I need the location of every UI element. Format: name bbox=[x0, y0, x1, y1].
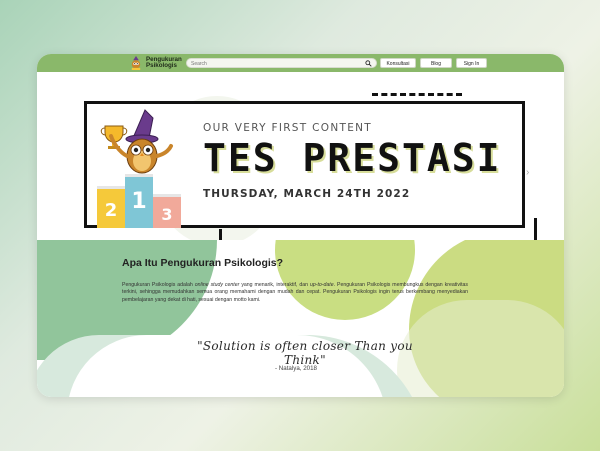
quote-text: "Solution is often closer Than you Think… bbox=[197, 339, 413, 367]
quote-author: - Natalya, 2018 bbox=[275, 365, 317, 372]
browser-frame: Pengukuran Psikologis Konsultasi Blog Si… bbox=[37, 54, 564, 397]
hero-eyebrow: OUR VERY FIRST CONTENT bbox=[203, 122, 372, 134]
hero-title: TES PRESTASI bbox=[203, 136, 502, 180]
chevron-right-icon[interactable]: › bbox=[526, 167, 529, 178]
owl-logo-icon bbox=[131, 56, 141, 70]
sign-in-button[interactable]: Sign In bbox=[456, 58, 487, 68]
podium-icon: 2 1 3 bbox=[97, 174, 181, 228]
search-icon[interactable] bbox=[365, 60, 372, 67]
konsultasi-button[interactable]: Konsultasi bbox=[380, 58, 416, 68]
brand[interactable]: Pengukuran Psikologis bbox=[129, 55, 182, 71]
podium-second-label: 2 bbox=[105, 200, 118, 221]
about-paragraph: Pengukuran Psikologis adalah online stud… bbox=[122, 282, 468, 304]
blog-button[interactable]: Blog bbox=[420, 58, 452, 68]
decorative-dashes bbox=[372, 93, 462, 96]
hero-banner: 2 1 3 OUR VERY FIRST CONTENT TES PRESTAS… bbox=[37, 72, 564, 253]
owl-trophy-podium-illustration: 2 1 3 bbox=[97, 109, 181, 228]
decorative-shape bbox=[275, 240, 415, 320]
brand-name: Pengukuran Psikologis bbox=[146, 56, 182, 70]
paragraph-emphasis: up-to-date bbox=[309, 282, 334, 288]
hero-date: THURSDAY, MARCH 24TH 2022 bbox=[203, 188, 411, 200]
paragraph-emphasis: online study center bbox=[194, 282, 240, 288]
section-title: Apa Itu Pengukuran Psikologis? bbox=[122, 257, 284, 269]
owl-mascot bbox=[109, 109, 173, 174]
paragraph-text: Pengukuran Psikologis adalah bbox=[122, 282, 195, 288]
podium-third-label: 3 bbox=[161, 205, 172, 224]
navbar: Pengukuran Psikologis Konsultasi Blog Si… bbox=[37, 54, 564, 72]
search-bar bbox=[186, 58, 377, 68]
brand-name-line2: Psikologis bbox=[146, 62, 177, 69]
about-section-background bbox=[37, 240, 564, 397]
paragraph-text: yang menarik, interaktif, dan bbox=[239, 282, 310, 288]
podium-first-label: 1 bbox=[131, 189, 146, 214]
search-input[interactable] bbox=[191, 60, 361, 68]
